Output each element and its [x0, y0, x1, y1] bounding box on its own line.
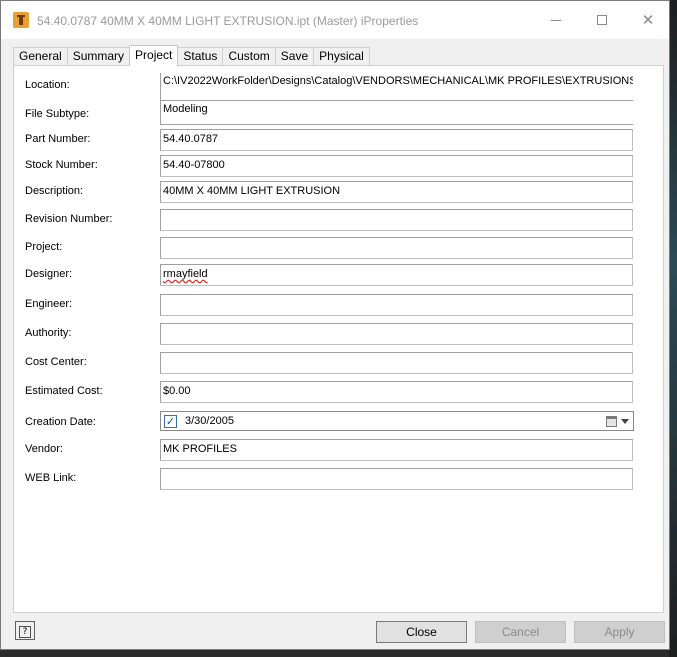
description-label: Description:	[25, 185, 84, 197]
maximize-button[interactable]	[579, 1, 625, 39]
close-icon: ✕	[641, 11, 655, 29]
help-button[interactable]: ?	[15, 621, 35, 640]
stock-number-row: Stock Number: 54.40-07800	[14, 155, 665, 177]
project-tab-panel: Location: C:\IV2022WorkFolder\Designs\Ca…	[13, 65, 664, 613]
stock-number-input[interactable]: 54.40-07800	[160, 155, 633, 177]
help-icon: ?	[19, 626, 31, 638]
calendar-icon[interactable]	[606, 416, 617, 427]
location-label: Location:	[25, 79, 70, 91]
cost-center-input[interactable]	[160, 352, 633, 374]
creation-date-picker[interactable]: ✓ 3/30/2005	[160, 411, 634, 431]
iproperties-dialog: 54.40.0787 40MM X 40MM LIGHT EXTRUSION.i…	[0, 0, 670, 650]
creation-date-value: 3/30/2005	[185, 415, 234, 427]
project-label: Project:	[25, 241, 63, 253]
tab-custom[interactable]: Custom	[222, 47, 276, 66]
location-row: Location: C:\IV2022WorkFolder\Designs\Ca…	[14, 73, 665, 101]
tab-save[interactable]: Save	[274, 47, 315, 66]
revision-number-row: Revision Number:	[14, 209, 665, 231]
estimated-cost-label: Estimated Cost:	[25, 385, 103, 397]
designer-label: Designer:	[25, 268, 73, 280]
inventor-app-icon	[13, 12, 29, 28]
description-input[interactable]: 40MM X 40MM LIGHT EXTRUSION	[160, 181, 633, 203]
web-link-input[interactable]	[160, 468, 633, 490]
designer-input[interactable]: rmayfield	[160, 264, 633, 286]
vendor-input[interactable]: MK PROFILES	[160, 439, 633, 461]
tab-general[interactable]: General	[13, 47, 68, 66]
web-link-label: WEB Link:	[25, 472, 77, 484]
minimize-button[interactable]	[533, 1, 579, 39]
vendor-label: Vendor:	[25, 443, 63, 455]
cancel-button[interactable]: Cancel	[475, 621, 566, 643]
creation-date-label: Creation Date:	[25, 416, 96, 428]
creation-date-checkbox[interactable]: ✓	[164, 415, 177, 428]
vendor-row: Vendor: MK PROFILES	[14, 439, 665, 461]
authority-row: Authority:	[14, 323, 665, 345]
apply-button[interactable]: Apply	[574, 621, 665, 643]
stock-number-label: Stock Number:	[25, 159, 98, 171]
tab-summary[interactable]: Summary	[66, 47, 131, 66]
part-number-label: Part Number:	[25, 133, 91, 145]
project-input[interactable]	[160, 237, 633, 259]
authority-label: Authority:	[25, 327, 72, 339]
designer-row: Designer: rmayfield	[14, 264, 665, 286]
cost-center-row: Cost Center:	[14, 352, 665, 374]
chevron-down-icon[interactable]	[621, 419, 629, 424]
project-row: Project:	[14, 237, 665, 259]
creation-date-row: Creation Date: ✓ 3/30/2005	[14, 411, 665, 433]
designer-value: rmayfield	[163, 268, 208, 280]
file-subtype-field: Modeling	[160, 101, 633, 125]
estimated-cost-row: Estimated Cost: $0.00	[14, 381, 665, 403]
tab-status[interactable]: Status	[177, 47, 224, 66]
close-window-button[interactable]: ✕	[625, 1, 671, 39]
revision-number-input[interactable]	[160, 209, 633, 231]
estimated-cost-input[interactable]: $0.00	[160, 381, 633, 403]
file-subtype-row: File Subtype: Modeling	[14, 101, 665, 125]
tab-physical[interactable]: Physical	[313, 47, 370, 66]
web-link-row: WEB Link:	[14, 468, 665, 490]
close-button[interactable]: Close	[376, 621, 467, 643]
window-title: 54.40.0787 40MM X 40MM LIGHT EXTRUSION.i…	[37, 14, 419, 28]
cost-center-label: Cost Center:	[25, 356, 87, 368]
authority-input[interactable]	[160, 323, 633, 345]
location-field: C:\IV2022WorkFolder\Designs\Catalog\VEND…	[160, 73, 633, 101]
part-number-row: Part Number: 54.40.0787	[14, 129, 665, 151]
tab-strip: General Summary Project Status Custom Sa…	[13, 45, 370, 66]
title-bar[interactable]: 54.40.0787 40MM X 40MM LIGHT EXTRUSION.i…	[1, 1, 669, 39]
desktop-background-strip	[669, 0, 677, 657]
tab-project[interactable]: Project	[129, 45, 179, 66]
maximize-icon	[597, 15, 607, 25]
minimize-icon	[551, 19, 561, 21]
engineer-row: Engineer:	[14, 294, 665, 316]
file-subtype-label: File Subtype:	[25, 108, 90, 120]
revision-number-label: Revision Number:	[25, 213, 113, 225]
engineer-input[interactable]	[160, 294, 633, 316]
engineer-label: Engineer:	[25, 298, 73, 310]
description-row: Description: 40MM X 40MM LIGHT EXTRUSION	[14, 181, 665, 203]
part-number-input[interactable]: 54.40.0787	[160, 129, 633, 151]
